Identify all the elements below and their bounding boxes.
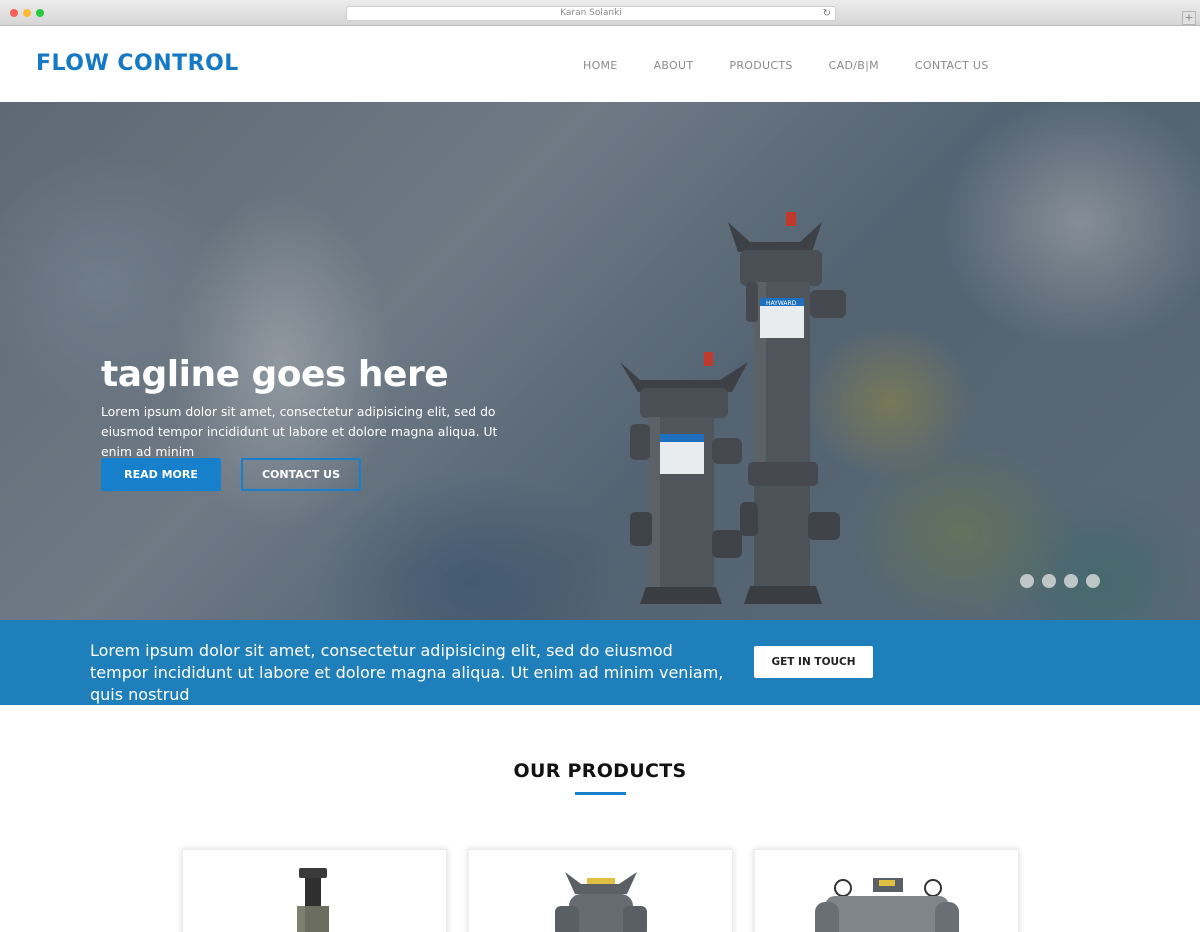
browser-chrome: Karan Solanki ↻ + [0, 0, 1200, 26]
heading-underline [575, 792, 626, 795]
product-image-1 [297, 868, 329, 932]
product-card-2[interactable] [468, 849, 733, 932]
read-more-button[interactable]: READ MORE [101, 458, 221, 491]
slide-dot-1[interactable] [1020, 574, 1034, 588]
site-header: FLOW CONTROL HOME ABOUT PRODUCTS CAD/B|M… [0, 27, 1200, 102]
hero-contact-button[interactable]: CONTACT US [241, 458, 361, 491]
filter-housing-image: HAYWARD [620, 212, 846, 604]
hero-slider: HAYWARD tagline goes here Lorem ipsum do… [0, 102, 1200, 620]
reload-icon[interactable]: ↻ [823, 7, 831, 20]
nav-cad-bim[interactable]: CAD/B|M [829, 59, 879, 72]
product-image-3 [815, 878, 959, 932]
minimize-window-icon[interactable] [23, 9, 31, 17]
nav-home[interactable]: HOME [583, 59, 618, 72]
hero-tagline: tagline goes here [101, 354, 449, 395]
nav-about[interactable]: ABOUT [654, 59, 694, 72]
filter-brand-label: HAYWARD [766, 300, 797, 307]
slider-pagination [1020, 574, 1108, 588]
address-bar-title: Karan Solanki [560, 8, 622, 18]
site-logo[interactable]: FLOW CONTROL [36, 51, 239, 76]
nav-contact-us[interactable]: CONTACT US [915, 59, 989, 72]
products-heading: OUR PRODUCTS [513, 760, 687, 782]
nav-products[interactable]: PRODUCTS [729, 59, 792, 72]
cta-band: Lorem ipsum dolor sit amet, consectetur … [0, 620, 1200, 705]
slide-dot-4[interactable] [1086, 574, 1100, 588]
product-image-2 [555, 872, 647, 932]
address-bar[interactable]: Karan Solanki ↻ [346, 6, 836, 21]
slide-dot-2[interactable] [1042, 574, 1056, 588]
get-in-touch-button[interactable]: GET IN TOUCH [754, 646, 873, 678]
slide-dot-3[interactable] [1064, 574, 1078, 588]
cta-band-text: Lorem ipsum dolor sit amet, consectetur … [90, 641, 724, 704]
maximize-window-icon[interactable] [36, 9, 44, 17]
main-nav: HOME ABOUT PRODUCTS CAD/B|M CONTACT US [583, 59, 1025, 72]
product-card-3[interactable] [754, 849, 1019, 932]
close-window-icon[interactable] [10, 9, 18, 17]
new-tab-icon[interactable]: + [1182, 11, 1196, 25]
hero-description: Lorem ipsum dolor sit amet, consectetur … [101, 404, 498, 459]
product-card-1[interactable] [182, 849, 447, 932]
